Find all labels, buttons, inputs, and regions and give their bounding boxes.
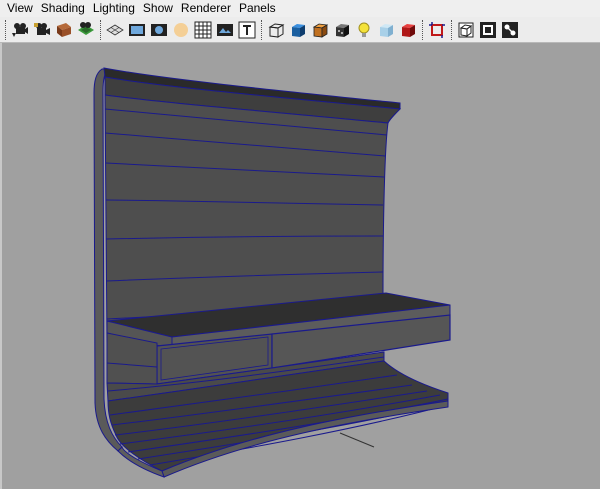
toolbar-separator [422,19,425,40]
isolate-select-icon[interactable] [398,20,418,40]
toolbar-separator [5,19,8,40]
safe-title-icon[interactable] [237,20,257,40]
grid-icon[interactable] [105,20,125,40]
model-panel: View Shading Lighting Show Renderer Pane… [0,0,600,489]
ground-shadow-line [339,432,375,448]
viewport-canvas [93,67,451,478]
shadows-icon[interactable] [376,20,396,40]
bookmarks-icon[interactable] [54,20,74,40]
select-camera-icon[interactable] [10,20,30,40]
menu-lighting[interactable]: Lighting [89,0,139,17]
hypershade-icon[interactable] [500,20,520,40]
menu-shading[interactable]: Shading [37,0,89,17]
toolbar-separator [451,19,454,40]
3d-viewport[interactable] [0,43,600,489]
xray-icon[interactable] [332,20,352,40]
safe-action-icon[interactable] [215,20,235,40]
menu-renderer[interactable]: Renderer [177,0,235,17]
default-lighting-icon[interactable] [354,20,374,40]
panel-toolbar [0,17,600,43]
menu-panels[interactable]: Panels [235,0,280,17]
toolbar-separator [261,19,264,40]
toolbar-separator [100,19,103,40]
resolution-gate-icon[interactable] [149,20,169,40]
smooth-shade-icon[interactable] [288,20,308,40]
image-plane-icon[interactable] [76,20,96,40]
wireframe-icon[interactable] [266,20,286,40]
menu-view[interactable]: View [0,0,37,17]
menu-show[interactable]: Show [139,0,177,17]
xray-active-icon[interactable] [478,20,498,40]
film-gate-icon[interactable] [127,20,147,40]
panel-menubar: View Shading Lighting Show Renderer Pane… [0,0,600,17]
xray-joints-icon[interactable] [456,20,476,40]
camera-attributes-icon[interactable] [32,20,52,40]
wireframe-on-shaded-icon[interactable] [310,20,330,40]
field-chart-icon[interactable] [193,20,213,40]
highlight-selection-icon[interactable] [427,20,447,40]
gate-mask-icon[interactable] [171,20,191,40]
